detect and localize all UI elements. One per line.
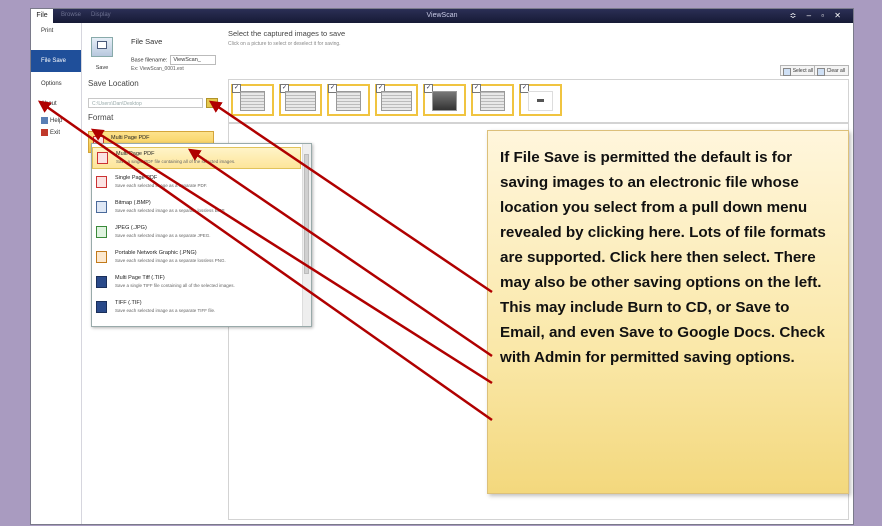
format-option-jpeg[interactable]: JPEG (.JPG) Save each selected image as … (92, 222, 301, 244)
document-thumbnail (336, 91, 361, 111)
format-option-png[interactable]: Portable Network Graphic (.PNG) Save eac… (92, 247, 301, 269)
document-thumbnail (381, 91, 412, 111)
thumbnail[interactable]: ✓ (327, 84, 370, 116)
dropdown-scrollbar[interactable] (302, 144, 311, 326)
nav-about[interactable]: About (31, 101, 81, 107)
tiff-icon (96, 276, 107, 288)
format-option-single-pdf[interactable]: Single Page PDF Save each selected image… (92, 172, 301, 194)
format-option-tiff[interactable]: TIFF (.TIF) Save each selected image as … (92, 297, 301, 319)
option-name: Bitmap (.BMP) (115, 200, 151, 206)
format-heading: Format (88, 113, 114, 122)
option-name: JPEG (.JPG) (115, 225, 147, 231)
option-desc: Save each selected image as a separate J… (115, 233, 211, 238)
thumbnail-strip: ✓ ✓ ✓ ✓ ✓ ✓ ✓ (228, 79, 849, 123)
base-filename-row: Base filename: ViewScan_ (131, 55, 217, 65)
save-location-heading: Save Location (88, 79, 139, 88)
option-desc: Save each selected image as a separate l… (115, 208, 226, 213)
airplane-thumbnail (528, 91, 553, 111)
left-nav: Print File Save Options About Help Exit (31, 23, 82, 524)
thumbnail[interactable]: ✓ (279, 84, 322, 116)
option-name: Single Page PDF (115, 175, 158, 181)
nav-options[interactable]: Options (31, 81, 81, 87)
select-all-button[interactable]: Select all (779, 65, 817, 76)
format-option-bmp[interactable]: Bitmap (.BMP) Save each selected image a… (92, 197, 301, 219)
scrollbar-thumb[interactable] (304, 154, 309, 274)
option-desc: Save a single TIFF file containing all o… (115, 283, 235, 288)
tiff-icon (96, 301, 107, 313)
option-name: Portable Network Graphic (.PNG) (115, 250, 197, 256)
jpeg-icon (96, 226, 107, 238)
document-thumbnail (285, 91, 316, 111)
file-save-title: File Save (131, 37, 163, 46)
exit-icon (41, 129, 48, 136)
help-icon (41, 117, 48, 124)
main-title: Select the captured images to save (228, 29, 346, 38)
format-option-multi-tiff[interactable]: Multi Page Tiff (.TIF) Save a single TIF… (92, 272, 301, 294)
thumbnail[interactable]: ✓ (471, 84, 514, 116)
save-disk-icon[interactable] (91, 37, 113, 57)
thumbnail[interactable]: ✓ (375, 84, 418, 116)
window-controls[interactable]: ≎ – ▫ ✕ (790, 11, 845, 20)
option-name: Multi Page Tiff (.TIF) (115, 275, 165, 281)
clear-all-button[interactable]: Clear all (813, 65, 849, 76)
nav-exit-label: Exit (50, 130, 61, 137)
nav-help-label: Help (50, 118, 63, 125)
nav-print[interactable]: Print (31, 28, 81, 34)
thumbnail[interactable]: ✓ (423, 84, 466, 116)
document-thumbnail (480, 91, 505, 111)
callout-text: If File Save is permitted the default is… (500, 149, 826, 366)
portrait-thumbnail (432, 91, 457, 111)
option-name: Multi Page PDF (116, 151, 155, 157)
option-desc: Save each selected image as a separate l… (115, 258, 226, 263)
bmp-icon (96, 201, 107, 213)
pdf-icon (96, 176, 107, 188)
format-selected-name: Multi Page PDF (111, 135, 150, 141)
nav-file-save[interactable]: File Save (31, 50, 81, 72)
option-desc: Save each selected image as a separate P… (115, 183, 208, 188)
option-name: TIFF (.TIF) (115, 300, 142, 306)
pdf-icon (97, 152, 108, 164)
nav-exit[interactable]: Exit (31, 129, 81, 136)
filename-example: Ex: ViewScan_0001.ext (131, 66, 184, 72)
document-thumbnail (240, 91, 265, 111)
format-dropdown: Multi Page PDF Save a single PDF file co… (91, 143, 312, 327)
save-button[interactable]: Save (89, 65, 115, 71)
option-desc: Save each selected image as a separate T… (115, 308, 216, 313)
option-desc: Save a single PDF file containing all of… (116, 159, 236, 164)
nav-help[interactable]: Help (31, 117, 81, 124)
window-title: ViewScan (426, 12, 458, 19)
base-filename-label: Base filename: (131, 57, 168, 64)
format-option-multi-pdf[interactable]: Multi Page PDF Save a single PDF file co… (92, 147, 301, 169)
main-subtitle: Click on a picture to select or deselect… (228, 41, 341, 47)
save-location-input[interactable]: C:\Users\Dan\Desktop (88, 98, 203, 108)
folder-browse-icon[interactable] (206, 98, 218, 108)
callout-box: If File Save is permitted the default is… (487, 130, 849, 494)
title-bar: File Browse Display ViewScan ≎ – ▫ ✕ (31, 9, 853, 23)
base-filename-input[interactable]: ViewScan_ (170, 55, 217, 65)
thumbnail[interactable]: ✓ (231, 84, 274, 116)
png-icon (96, 251, 107, 263)
thumbnail[interactable]: ✓ (519, 84, 562, 116)
